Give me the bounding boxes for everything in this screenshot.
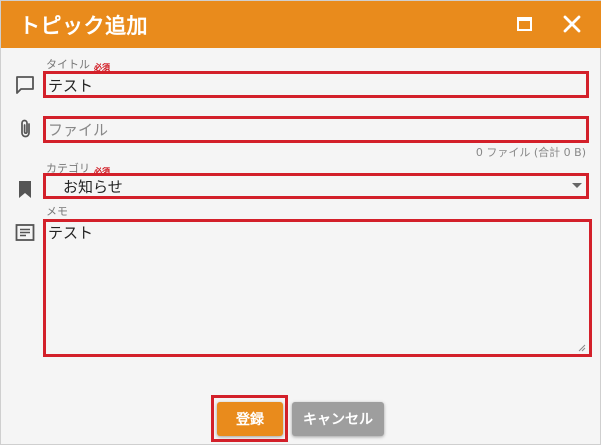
paperclip-icon	[21, 119, 30, 138]
close-icon	[563, 15, 581, 33]
comment-icon	[16, 76, 34, 94]
maximize-icon	[517, 17, 532, 31]
file-input[interactable]	[43, 116, 589, 143]
cancel-button[interactable]: キャンセル	[292, 402, 384, 436]
category-selected: お知らせ	[63, 178, 123, 196]
dialog-title: トピック追加	[19, 14, 148, 38]
resize-handle-icon[interactable]	[577, 343, 586, 352]
save-button[interactable]: 登録	[217, 402, 283, 436]
memo-label: メモ	[46, 205, 68, 218]
category-select[interactable]	[43, 173, 589, 199]
dialog-titlebar: トピック追加	[1, 1, 601, 48]
file-info: 0 ファイル (合計 0 B)	[475, 146, 586, 159]
title-label: タイトル 必須	[46, 58, 110, 72]
topic-add-dialog: トピック追加 タイトル 必須 テスト ファイル 0 ファイル (合計 0 B) カ…	[0, 0, 601, 445]
memo-textarea[interactable]	[43, 219, 592, 357]
file-placeholder: ファイル	[48, 121, 109, 139]
title-value: テスト	[48, 77, 94, 95]
maximize-button[interactable]	[513, 11, 539, 37]
memo-value: テスト	[48, 224, 94, 242]
title-input[interactable]	[43, 71, 589, 98]
bookmark-icon	[19, 181, 31, 198]
chevron-down-icon	[572, 183, 582, 188]
close-button[interactable]	[559, 11, 585, 37]
notes-icon	[15, 224, 35, 241]
